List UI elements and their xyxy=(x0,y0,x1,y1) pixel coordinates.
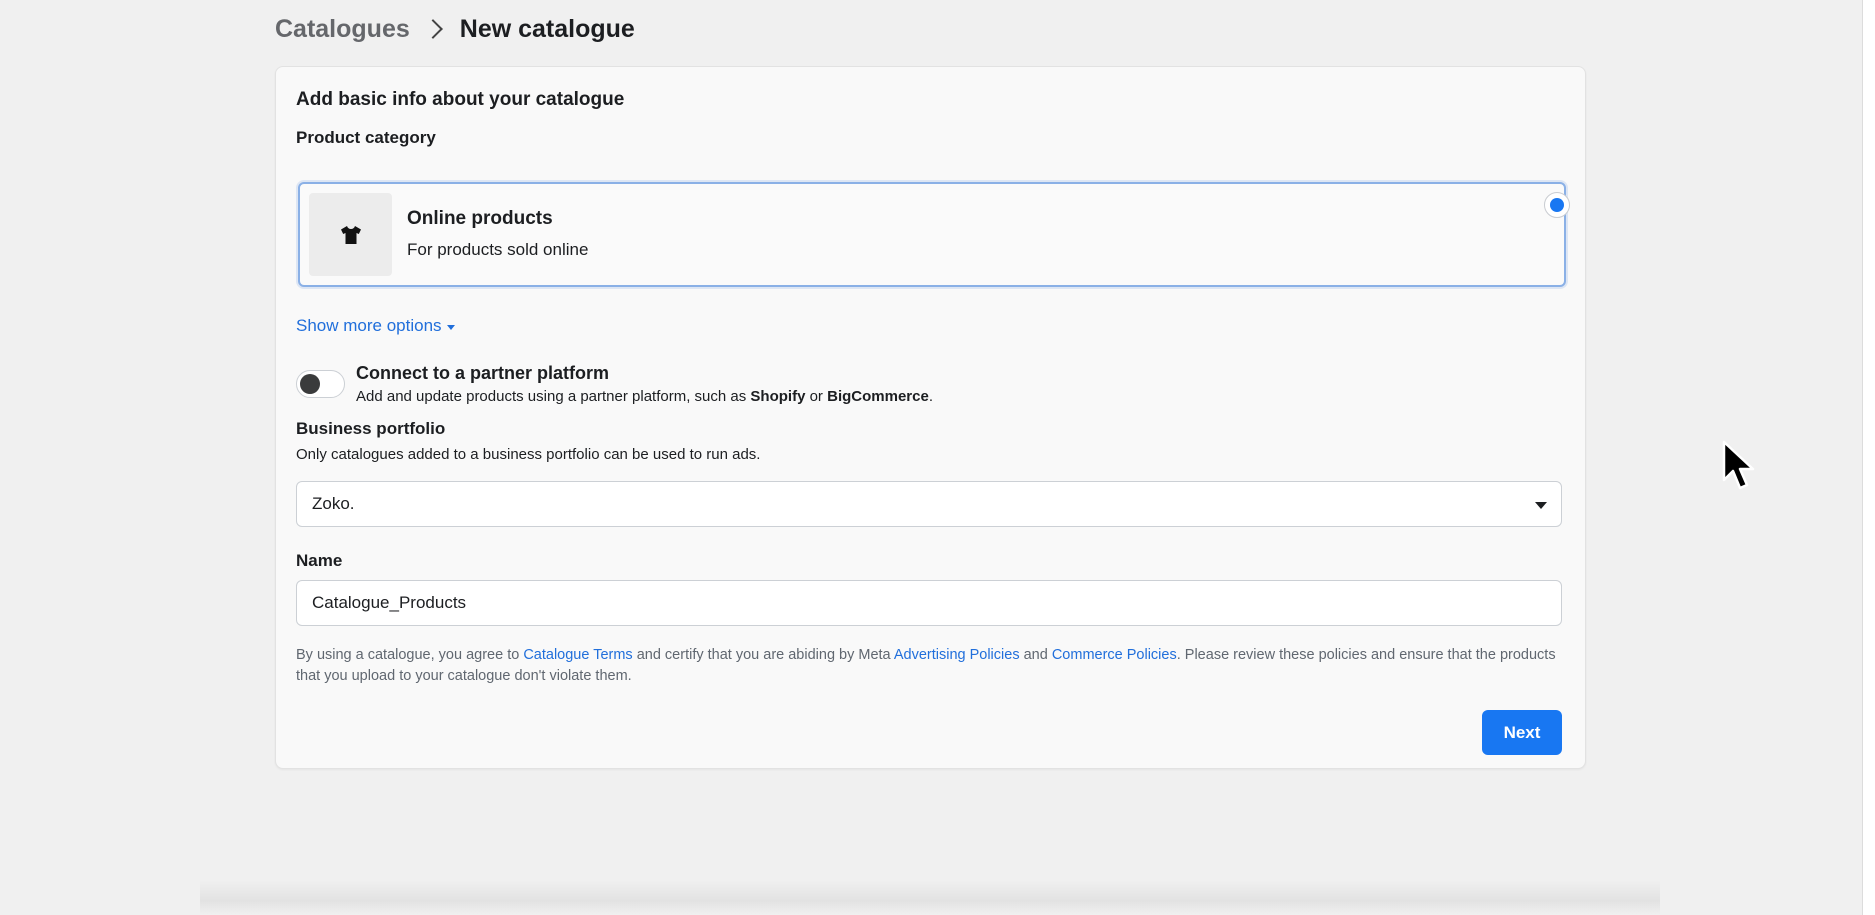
page-background: Catalogues New catalogue Add basic info … xyxy=(0,0,1862,915)
partner-desc-text: Add and update products using a partner … xyxy=(356,388,751,405)
business-portfolio-value: Zoko. xyxy=(312,494,355,513)
business-portfolio-label: Business portfolio xyxy=(296,419,446,438)
page-title: New catalogue xyxy=(459,14,635,43)
commerce-policies-link[interactable]: Commerce Policies xyxy=(1052,647,1177,663)
business-portfolio-helper: Only catalogues added to a business port… xyxy=(296,446,761,463)
bigcommerce-label: BigCommerce xyxy=(827,388,929,405)
breadcrumb: Catalogues New catalogue xyxy=(275,12,635,46)
caret-down-icon xyxy=(1535,502,1547,509)
catalogue-terms-link[interactable]: Catalogue Terms xyxy=(523,647,632,663)
product-category-label: Product category xyxy=(296,128,436,147)
partner-desc-or: or xyxy=(805,388,828,405)
option-online-products[interactable]: Online products For products sold online xyxy=(298,182,1570,287)
name-input[interactable] xyxy=(296,580,1562,626)
partner-platform-title: Connect to a partner platform xyxy=(356,363,610,383)
option-thumbnail xyxy=(309,193,392,276)
window-edge xyxy=(1862,0,1875,915)
bottom-shadow xyxy=(200,880,1660,915)
tshirt-icon xyxy=(340,225,361,244)
chevron-right-icon xyxy=(422,19,443,39)
terms-part: By using a catalogue, you agree to xyxy=(296,647,524,663)
mouse-cursor-icon xyxy=(1722,440,1755,490)
toggle-knob xyxy=(300,374,320,394)
option-description: For products sold online xyxy=(407,240,589,259)
business-portfolio-select[interactable]: Zoko. xyxy=(296,481,1562,527)
shopify-label: Shopify xyxy=(750,388,806,405)
name-label: Name xyxy=(296,551,343,570)
breadcrumb-catalogues-link[interactable]: Catalogues xyxy=(275,15,410,44)
show-more-options-link[interactable]: Show more options xyxy=(296,316,455,336)
caret-down-icon xyxy=(446,324,455,330)
partner-platform-toggle[interactable] xyxy=(296,370,345,398)
option-radio[interactable] xyxy=(1544,192,1570,218)
radio-selected-dot xyxy=(1550,198,1564,212)
advertising-policies-link[interactable]: Advertising Policies xyxy=(894,647,1020,663)
card-title: Add basic info about your catalogue xyxy=(296,89,625,110)
show-more-label: Show more options xyxy=(296,316,442,335)
terms-part: and certify that you are abiding by Meta xyxy=(632,647,894,663)
terms-text: By using a catalogue, you agree to Catal… xyxy=(296,645,1566,687)
option-title: Online products xyxy=(407,208,553,229)
terms-part: and xyxy=(1019,647,1052,663)
partner-desc-period: . xyxy=(928,388,933,405)
catalogue-info-card: Add basic info about your catalogue Prod… xyxy=(275,66,1586,769)
partner-platform-description: Add and update products using a partner … xyxy=(356,388,933,405)
next-button[interactable]: Next xyxy=(1482,710,1562,755)
